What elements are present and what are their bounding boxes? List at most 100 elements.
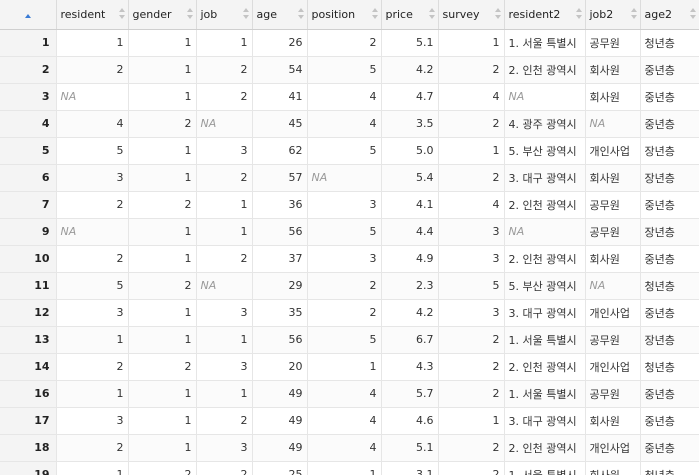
cell-gender: 1 xyxy=(128,83,197,111)
column-header-label: survey xyxy=(442,7,480,21)
column-header-price[interactable]: price xyxy=(381,0,439,30)
cell-position: 5 xyxy=(307,326,382,354)
column-header-resident2[interactable]: resident2 xyxy=(504,0,586,30)
cell-gender: 2 xyxy=(128,191,197,219)
table-row[interactable]: 17 3 1 2 49 4 4.6 1 3. 대구 광역시 회사원 중년층 xyxy=(0,407,699,435)
sort-icon[interactable] xyxy=(494,8,501,19)
cell-price: 3.1 xyxy=(381,461,439,475)
column-header-label: job2 xyxy=(589,7,614,21)
column-header-position[interactable]: position xyxy=(307,0,382,30)
cell-gender: 1 xyxy=(128,326,197,354)
column-header-survey[interactable]: survey xyxy=(438,0,505,30)
cell-price: 6.7 xyxy=(381,326,439,354)
cell-position: 4 xyxy=(307,434,382,462)
cell-gender: 2 xyxy=(128,110,197,138)
cell-age: 45 xyxy=(252,110,308,138)
cell-resident-na: NA xyxy=(56,218,129,246)
cell-job2: 공무원 xyxy=(585,326,641,354)
cell-resident: 2 xyxy=(56,353,129,381)
table-row[interactable]: 12 3 1 3 35 2 4.2 3 3. 대구 광역시 개인사업 중년층 xyxy=(0,299,699,327)
sort-icon[interactable] xyxy=(371,8,378,19)
cell-job-na: NA xyxy=(196,272,253,300)
row-number: 19 xyxy=(0,461,57,475)
table-row[interactable]: 19 1 2 2 25 1 3.1 2 1. 서울 특별시 회사원 청년층 xyxy=(0,461,699,475)
cell-price: 5.7 xyxy=(381,380,439,408)
column-header-gender[interactable]: gender xyxy=(128,0,197,30)
sort-icon[interactable] xyxy=(118,8,125,19)
cell-price: 3.5 xyxy=(381,110,439,138)
cell-resident2: 5. 부산 광역시 xyxy=(504,272,586,300)
cell-job: 3 xyxy=(196,299,253,327)
column-header-label: resident xyxy=(60,7,106,21)
cell-survey: 3 xyxy=(438,299,505,327)
sort-icon[interactable] xyxy=(575,8,582,19)
cell-price: 4.9 xyxy=(381,245,439,273)
cell-gender: 1 xyxy=(128,407,197,435)
sort-icon[interactable] xyxy=(630,8,637,19)
cell-job: 1 xyxy=(196,326,253,354)
cell-survey: 2 xyxy=(438,110,505,138)
table-row[interactable]: 16 1 1 1 49 4 5.7 2 1. 서울 특별시 공무원 중년층 xyxy=(0,380,699,408)
column-header-label: age xyxy=(256,7,278,21)
cell-survey: 2 xyxy=(438,434,505,462)
cell-position: 5 xyxy=(307,56,382,84)
column-header-index[interactable] xyxy=(0,0,57,30)
cell-age2: 청년층 xyxy=(640,353,699,381)
cell-survey: 3 xyxy=(438,245,505,273)
cell-job2: 개인사업 xyxy=(585,434,641,462)
table-row[interactable]: 7 2 2 1 36 3 4.1 4 2. 인천 광역시 공무원 중년층 xyxy=(0,191,699,219)
column-header-job2[interactable]: job2 xyxy=(585,0,641,30)
cell-position: 4 xyxy=(307,380,382,408)
cell-resident2: 1. 서울 특별시 xyxy=(504,326,586,354)
table-row[interactable]: 6 3 1 2 57 NA 5.4 2 3. 대구 광역시 회사원 장년층 xyxy=(0,164,699,192)
sort-icon[interactable] xyxy=(297,8,304,19)
cell-job: 1 xyxy=(196,380,253,408)
column-header-age[interactable]: age xyxy=(252,0,308,30)
cell-price: 4.2 xyxy=(381,56,439,84)
table-row[interactable]: 18 2 1 3 49 4 5.1 2 2. 인천 광역시 개인사업 중년층 xyxy=(0,434,699,462)
column-header-age2[interactable]: age2 xyxy=(640,0,699,30)
cell-resident2: 3. 대구 광역시 xyxy=(504,164,586,192)
table-row[interactable]: 9 NA 1 1 56 5 4.4 3 NA 공무원 장년층 xyxy=(0,218,699,246)
cell-position: 4 xyxy=(307,407,382,435)
table-row[interactable]: 13 1 1 1 56 5 6.7 2 1. 서울 특별시 공무원 장년층 xyxy=(0,326,699,354)
cell-position: 5 xyxy=(307,137,382,165)
cell-age: 49 xyxy=(252,434,308,462)
cell-age2: 장년층 xyxy=(640,218,699,246)
column-header-label: resident2 xyxy=(508,7,561,21)
table-row[interactable]: 10 2 1 2 37 3 4.9 3 2. 인천 광역시 회사원 중년층 xyxy=(0,245,699,273)
cell-resident2: 2. 인천 광역시 xyxy=(504,191,586,219)
cell-gender: 1 xyxy=(128,29,197,57)
cell-resident: 3 xyxy=(56,299,129,327)
cell-job2: 개인사업 xyxy=(585,299,641,327)
cell-resident2: 3. 대구 광역시 xyxy=(504,299,586,327)
column-header-job[interactable]: job xyxy=(196,0,253,30)
cell-age2: 중년층 xyxy=(640,434,699,462)
table-row[interactable]: 5 5 1 3 62 5 5.0 1 5. 부산 광역시 개인사업 장년층 xyxy=(0,137,699,165)
cell-gender: 2 xyxy=(128,272,197,300)
cell-position: 3 xyxy=(307,191,382,219)
cell-job2: 개인사업 xyxy=(585,137,641,165)
table-row[interactable]: 4 4 2 NA 45 4 3.5 2 4. 광주 광역시 NA 중년층 xyxy=(0,110,699,138)
cell-position: 4 xyxy=(307,83,382,111)
sort-icon[interactable] xyxy=(186,8,193,19)
row-number: 10 xyxy=(0,245,57,273)
table-row[interactable]: 3 NA 1 2 41 4 4.7 4 NA 회사원 중년층 xyxy=(0,83,699,111)
cell-price: 5.0 xyxy=(381,137,439,165)
cell-survey: 2 xyxy=(438,353,505,381)
cell-job: 2 xyxy=(196,407,253,435)
cell-age: 36 xyxy=(252,191,308,219)
sort-ascending-icon[interactable] xyxy=(24,13,31,18)
sort-icon[interactable] xyxy=(428,8,435,19)
table-row[interactable]: 1 1 1 1 26 2 5.1 1 1. 서울 특별시 공무원 청년층 xyxy=(0,29,699,57)
table-row[interactable]: 11 5 2 NA 29 2 2.3 5 5. 부산 광역시 NA 청년층 xyxy=(0,272,699,300)
table-row[interactable]: 2 2 1 2 54 5 4.2 2 2. 인천 광역시 회사원 중년층 xyxy=(0,56,699,84)
sort-icon[interactable] xyxy=(242,8,249,19)
table-row[interactable]: 14 2 2 3 20 1 4.3 2 2. 인천 광역시 개인사업 청년층 xyxy=(0,353,699,381)
sort-icon[interactable] xyxy=(689,8,696,19)
data-viewer: resident gender job age position price survey r… xyxy=(0,0,699,475)
column-header-resident[interactable]: resident xyxy=(56,0,129,30)
cell-survey: 2 xyxy=(438,56,505,84)
cell-age2: 중년층 xyxy=(640,110,699,138)
cell-job: 1 xyxy=(196,218,253,246)
